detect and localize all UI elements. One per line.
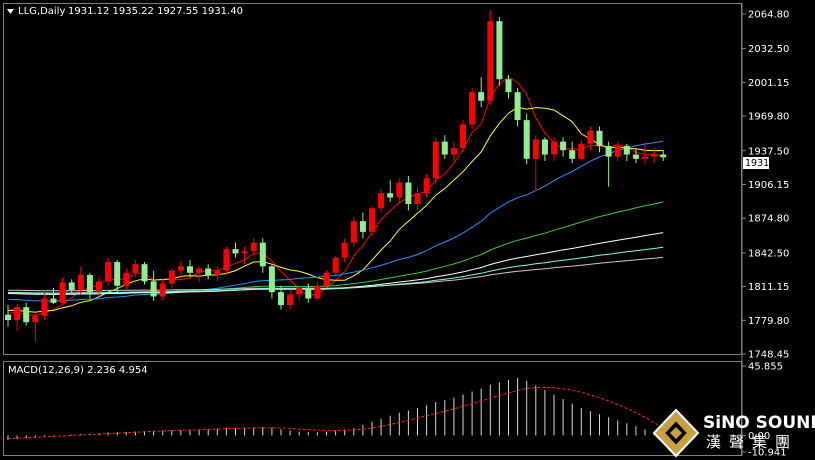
chart-header-symbol: LLG,Daily bbox=[18, 6, 65, 17]
macd-signal-line bbox=[7, 386, 664, 439]
candle-body bbox=[50, 298, 57, 303]
candle-body bbox=[514, 92, 521, 121]
candle-body bbox=[259, 242, 266, 267]
macd-tick-label: 45.855 bbox=[748, 362, 783, 373]
candle-body bbox=[14, 307, 21, 321]
candle-body bbox=[359, 221, 366, 232]
candle-body bbox=[587, 130, 594, 144]
watermark-chinese: 漢聲集團 bbox=[706, 433, 798, 451]
price-axis: 2064.80 2032.50 2001.15 1969.80 1937.50 1906.… bbox=[742, 9, 789, 361]
candle-body bbox=[496, 21, 503, 80]
candle-body bbox=[223, 249, 230, 271]
candle-body bbox=[86, 274, 93, 293]
candle-body bbox=[369, 208, 375, 232]
candle-body bbox=[642, 156, 648, 159]
candle-body bbox=[314, 285, 321, 299]
candle-body bbox=[596, 130, 603, 146]
candle-body bbox=[141, 264, 148, 282]
candle-body bbox=[187, 266, 193, 273]
candle-body bbox=[5, 314, 11, 321]
candle-body bbox=[341, 242, 348, 258]
candle-body bbox=[250, 242, 257, 252]
candle-body bbox=[578, 143, 585, 159]
candle-body bbox=[177, 266, 184, 271]
price-tick-label: 2064.80 bbox=[748, 9, 789, 20]
candle-body bbox=[660, 154, 667, 158]
candle-body bbox=[541, 139, 548, 155]
candle-body bbox=[487, 21, 494, 101]
candle-body bbox=[387, 193, 394, 198]
candle-body bbox=[632, 154, 639, 159]
candle-body bbox=[287, 294, 294, 306]
candle-body bbox=[23, 307, 30, 323]
main-panel-frame bbox=[3, 3, 742, 355]
candle-body bbox=[77, 274, 84, 290]
price-tick-label: 1969.80 bbox=[748, 112, 789, 123]
price-tick-label: 1842.50 bbox=[748, 248, 789, 259]
current-price-label: 1931.40 bbox=[745, 158, 784, 169]
candle-body bbox=[478, 92, 485, 101]
candle-body bbox=[450, 148, 457, 155]
price-tick-label: 1874.80 bbox=[748, 214, 789, 225]
candle-body bbox=[232, 249, 239, 254]
price-tick-label: 2001.15 bbox=[748, 78, 789, 89]
candle-body bbox=[350, 221, 357, 243]
candle-body bbox=[469, 92, 476, 125]
candle-body bbox=[278, 292, 284, 306]
candle-body bbox=[59, 282, 66, 303]
macd-label: MACD(12,26,9) 2.236 4.954 bbox=[8, 365, 148, 376]
candle-body bbox=[205, 268, 212, 275]
candle-body bbox=[569, 150, 576, 159]
candle-body bbox=[423, 178, 430, 194]
candle-body bbox=[460, 124, 466, 149]
candle-body bbox=[532, 139, 539, 159]
dropdown-triangle-icon[interactable] bbox=[7, 9, 14, 14]
candle-body bbox=[214, 270, 221, 275]
candle-body bbox=[168, 270, 175, 284]
watermark-brand: SiNO SOUND bbox=[703, 413, 815, 433]
candle-body bbox=[614, 145, 621, 157]
candle-body bbox=[396, 182, 403, 198]
candle-body bbox=[651, 154, 658, 157]
price-tick-label: 1937.50 bbox=[748, 146, 789, 157]
candle-body bbox=[505, 79, 512, 93]
candle-body bbox=[296, 287, 303, 295]
price-tick-label: 1748.45 bbox=[748, 350, 789, 361]
candle-body bbox=[323, 272, 330, 286]
candle-body bbox=[241, 251, 248, 254]
candle-body bbox=[32, 315, 39, 323]
candle-body bbox=[523, 120, 530, 159]
price-tick-label: 1779.80 bbox=[748, 316, 789, 327]
candle-body bbox=[560, 141, 567, 151]
candle-body bbox=[132, 264, 139, 273]
candle-body bbox=[96, 281, 102, 293]
candle-body bbox=[68, 282, 75, 290]
candle-body bbox=[196, 268, 203, 273]
chart-header-ohlc: 1931.12 1935.22 1927.55 1931.40 bbox=[68, 6, 243, 17]
candle-body bbox=[150, 281, 157, 297]
candle-body bbox=[114, 262, 121, 286]
candle-body bbox=[623, 145, 630, 155]
candle-body bbox=[268, 266, 275, 293]
candle-body bbox=[41, 298, 48, 316]
candle-body bbox=[441, 141, 448, 155]
candle-body bbox=[432, 141, 439, 179]
candle-body bbox=[605, 145, 612, 157]
candles bbox=[5, 10, 667, 342]
candle-body bbox=[105, 262, 112, 282]
candle-body bbox=[332, 257, 339, 273]
candle-body bbox=[378, 193, 385, 209]
price-tick-label: 2032.50 bbox=[748, 44, 789, 55]
candle-body bbox=[123, 272, 130, 286]
candle-body bbox=[551, 141, 557, 155]
price-tick-label: 1906.15 bbox=[748, 180, 789, 191]
candle-body bbox=[305, 287, 312, 299]
price-tick-label: 1811.15 bbox=[748, 282, 789, 293]
candle-body bbox=[414, 193, 421, 204]
candle-body bbox=[405, 182, 412, 204]
sino-sound-logo: SiNO SOUND 漢聲集團 bbox=[652, 408, 815, 458]
candle-body bbox=[159, 283, 166, 297]
price-chart: 2064.80 2032.50 2001.15 1969.80 1937.50 1906.… bbox=[3, 3, 815, 459]
